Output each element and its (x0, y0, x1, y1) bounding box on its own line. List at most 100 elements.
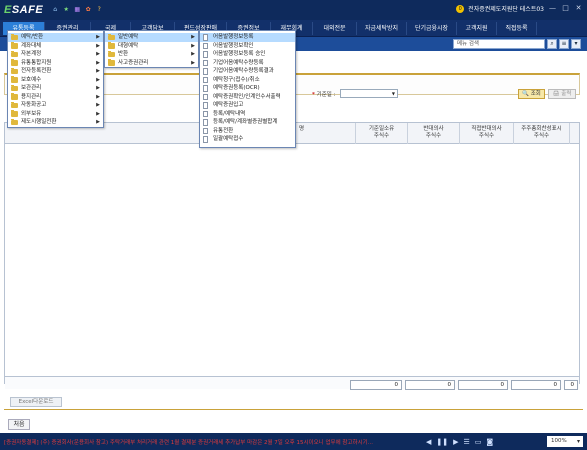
menu-dropdown-level2: 일반예탁 ▶ 대형예탁 ▶ 반환 ▶ 사고증권관리 ▶ (104, 30, 199, 68)
bottom-area (0, 412, 587, 433)
dd3-item[interactable]: 예탁증권확인/인계인수서출력 (200, 93, 295, 102)
dd2-item[interactable]: 대형예탁 ▶ (105, 42, 198, 51)
folder-icon (108, 59, 115, 66)
dd2-item[interactable]: 일반예탁 ▶ (105, 33, 198, 42)
dd1-item[interactable]: 용지관리 ▶ (8, 93, 103, 102)
next-icon[interactable]: ▶ (453, 438, 458, 446)
chevron-right-icon: ▶ (96, 42, 100, 49)
chevron-right-icon: ▶ (96, 68, 100, 74)
screen-icon[interactable]: ▭ (475, 438, 482, 446)
grid-col-extra[interactable] (569, 123, 580, 144)
document-icon (203, 110, 208, 117)
divider (4, 409, 583, 410)
menu-item-9[interactable]: 단기금융시장 (407, 21, 457, 35)
dd3-item[interactable]: 어음발행정보등록 (200, 33, 295, 42)
app-logo: ESAFE (4, 4, 44, 16)
dd1-item[interactable]: 외부보유 ▶ (8, 110, 103, 119)
search-icon[interactable]: ⌕ (547, 39, 557, 49)
chevron-right-icon: ▶ (96, 85, 100, 91)
data-grid: 명 기준일소유 주식수 반대의사 주식수 직접반대의사 주식수 주주총회찬성표시 주식수… (4, 122, 580, 390)
document-icon (203, 102, 208, 109)
print-button[interactable]: 🖨 출력 (548, 89, 576, 99)
dd3-item[interactable]: 등록/예탁/계좌별증권별합계 (200, 118, 295, 127)
title-bar: ESAFE ⌂ ★ ▦ ✿ ? 0 전자증권제도지원단 테스트03 — □ ✕ (0, 0, 587, 20)
menu-search-input[interactable]: 메뉴 검색 (453, 39, 545, 49)
dd1-item[interactable]: 전자등록전환 ▶ (8, 67, 103, 76)
dd1-item[interactable]: 보관관리 ▶ (8, 84, 103, 93)
chevron-right-icon: ▶ (96, 119, 100, 125)
document-icon (203, 68, 208, 75)
chevron-right-icon: ▶ (96, 93, 100, 100)
dd3-item[interactable]: 기업어음예탁수량등록 (200, 59, 295, 68)
notification-badge[interactable]: 0 (456, 4, 465, 13)
footer-total-cell: 0 (564, 380, 578, 390)
camera-icon[interactable]: ◙ (486, 438, 493, 446)
dd2-item[interactable]: 반환 ▶ (105, 50, 198, 59)
dd1-item[interactable]: 보호예수 ▶ (8, 76, 103, 85)
dd3-item[interactable]: 기업어음예탁수량등록결과 (200, 67, 295, 76)
help-icon[interactable]: ? (95, 6, 103, 14)
dd1-item[interactable]: 계좌대체 ▶ (8, 42, 103, 51)
dd3-item[interactable]: 일괄예탁접수 (200, 135, 295, 144)
document-icon (203, 34, 208, 41)
settings-icon[interactable]: ✿ (84, 6, 92, 14)
document-icon (203, 42, 208, 49)
menu-list-icon[interactable]: ≡ (559, 39, 569, 49)
list-icon[interactable]: ☰ (464, 438, 470, 446)
reset-button[interactable]: 처음 (8, 419, 30, 430)
grid-col-direct-dissent[interactable]: 직접반대의사 주식수 (459, 123, 513, 144)
maximize-icon[interactable]: □ (561, 4, 570, 13)
dd1-item[interactable]: 자본계정 ▶ (8, 50, 103, 59)
document-icon (203, 136, 208, 143)
pause-icon[interactable]: ❚❚ (436, 438, 448, 446)
menu-item-7[interactable]: 대외전문 (313, 21, 357, 35)
dd3-item[interactable]: 어음발행정보확인 (200, 42, 295, 51)
folder-icon (11, 33, 18, 40)
excel-download-button[interactable]: Excel다운로드 (10, 397, 62, 407)
status-bar: [증권자동결제] (주) 증권회사(운용회사 참고) 주탁거래부 처리거래 관련… (0, 433, 587, 450)
chevron-right-icon: ▶ (191, 59, 195, 66)
dd1-item[interactable]: 제도시행일전환 ▶ (8, 118, 103, 127)
folder-icon (108, 50, 115, 57)
query-button[interactable]: 🔍 조회 (518, 89, 545, 99)
dd1-item[interactable]: 자동화공고 ▶ (8, 101, 103, 110)
notice-ticker[interactable]: [증권자동결제] (주) 증권회사(운용회사 참고) 주탁거래부 처리거래 관련… (0, 438, 420, 446)
close-icon[interactable]: ✕ (574, 4, 583, 13)
folder-icon (11, 93, 18, 100)
folder-icon (11, 76, 18, 83)
dd3-item[interactable]: 예탁증권등록(OCR) (200, 84, 295, 93)
dd2-item[interactable]: 사고증권관리 ▶ (105, 59, 198, 68)
dd3-item[interactable]: 유통전환 (200, 127, 295, 136)
grid-col-holding[interactable]: 기준일소유 주식수 (355, 123, 407, 144)
dd1-item[interactable]: 예탁/반환 ▶ (8, 33, 103, 42)
dd3-item[interactable]: 예탁청구(접수)/취소 (200, 76, 295, 85)
star-icon[interactable]: ★ (62, 6, 70, 14)
grid-col-dissent[interactable]: 반대의사 주식수 (407, 123, 459, 144)
prev-icon[interactable]: ◀ (426, 438, 431, 446)
dd3-item[interactable]: 예탁증권입고 (200, 101, 295, 110)
folder-icon (11, 118, 18, 125)
grid-col-approval[interactable]: 주주총회찬성표시 주식수 (513, 123, 569, 144)
folder-icon (11, 50, 18, 57)
folder-icon (11, 110, 18, 117)
folder-icon (11, 42, 18, 49)
grid-icon[interactable]: ▦ (73, 6, 81, 14)
dropdown-icon[interactable]: ▾ (571, 39, 581, 49)
document-icon (203, 127, 208, 134)
chevron-right-icon: ▶ (96, 34, 100, 40)
chevron-right-icon: ▶ (96, 59, 100, 66)
dd3-item[interactable]: 어음발행정보등록 승인 (200, 50, 295, 59)
document-icon (203, 119, 208, 126)
menu-item-8[interactable]: 자금세탁방지 (357, 21, 407, 35)
menu-dropdown-level1: 예탁/반환 ▶ 계좌대체 ▶ 자본계정 ▶ 유통통합지원 ▶ 전자등록전환 ▶ 보호예수 ▶… (7, 30, 104, 128)
dd3-item[interactable]: 등록/예탁내역 (200, 110, 295, 119)
chevron-right-icon: ▶ (96, 76, 100, 83)
minimize-icon[interactable]: — (548, 4, 557, 13)
menu-item-10[interactable]: 고객지원 (457, 21, 497, 35)
base-date-select[interactable] (340, 89, 398, 98)
menu-item-11[interactable]: 직접등록 (497, 21, 537, 35)
chevron-right-icon: ▶ (191, 34, 195, 40)
home-icon[interactable]: ⌂ (51, 6, 59, 14)
zoom-select[interactable]: 100% (547, 436, 583, 447)
dd1-item[interactable]: 유통통합지원 ▶ (8, 59, 103, 68)
